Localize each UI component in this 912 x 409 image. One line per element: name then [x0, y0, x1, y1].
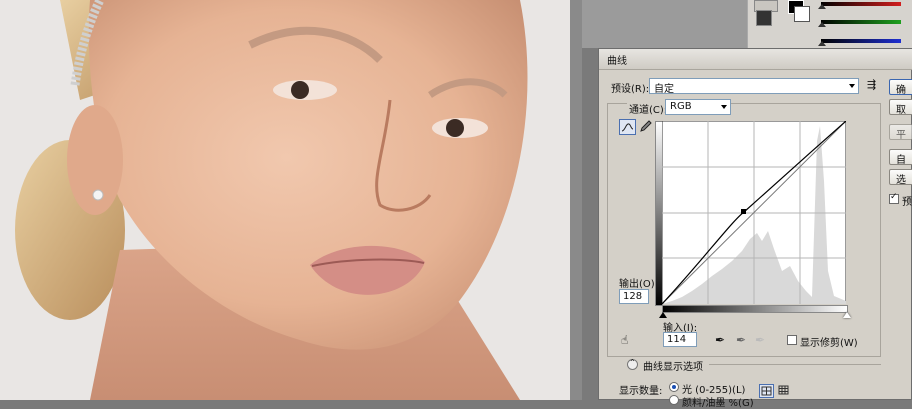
red-slider-handle[interactable] [818, 4, 826, 9]
ok-button-label: 确 [896, 85, 906, 96]
options-button[interactable]: 选 [889, 169, 912, 186]
curve-graph[interactable] [662, 121, 846, 304]
curve-icon [621, 123, 634, 132]
curves-dialog: 曲线 预设(R): 自定 ⇶ 通道(C): RGB 输出(O): 128 输入(… [598, 48, 912, 409]
background-color-swatch[interactable] [794, 6, 810, 22]
dialog-titlebar[interactable]: 曲线 [599, 49, 912, 70]
show-clipping-checkbox[interactable] [787, 335, 797, 345]
output-value: 128 [623, 291, 643, 302]
gray-eyedropper-icon[interactable]: ✒ [736, 333, 746, 347]
output-field[interactable]: 128 [619, 289, 649, 304]
white-point-slider[interactable] [843, 312, 851, 318]
workspace-background [582, 0, 747, 48]
black-eyedropper-icon[interactable]: ✒ [715, 333, 725, 347]
portrait-image [0, 0, 570, 400]
smooth-button-label: 平 [896, 130, 906, 141]
photo-canvas[interactable] [0, 0, 570, 400]
green-slider[interactable] [821, 20, 901, 24]
cancel-button[interactable]: 取 [889, 99, 912, 116]
output-label: 输出(O): [619, 279, 659, 290]
red-slider[interactable] [821, 2, 901, 6]
white-eyedropper-icon[interactable]: ✒ [755, 333, 765, 347]
show-clipping-label: 显示修剪(W) [800, 338, 858, 349]
channel-select[interactable]: RGB [665, 99, 731, 115]
cancel-button-label: 取 [896, 105, 906, 116]
curve-control-point[interactable] [741, 209, 746, 214]
simple-grid-icon [761, 386, 772, 396]
dialog-title: 曲线 [607, 56, 627, 67]
preset-select[interactable]: 自定 [649, 78, 859, 95]
pencil-icon [640, 120, 652, 132]
chevron-down-icon [721, 105, 727, 109]
blue-slider-handle[interactable] [818, 41, 826, 46]
input-field[interactable]: 114 [663, 332, 697, 347]
chevron-up-icon: ⌃ [629, 358, 636, 367]
smooth-button[interactable]: 平 [889, 124, 912, 141]
workspace-gap [570, 0, 582, 400]
auto-button[interactable]: 自 [889, 149, 912, 166]
channel-value: RGB [670, 101, 692, 112]
chevron-down-icon [849, 84, 855, 88]
check-icon: ✓ [890, 192, 898, 202]
auto-button-label: 自 [896, 155, 906, 166]
green-slider-handle[interactable] [818, 22, 826, 27]
black-point-slider[interactable] [659, 312, 667, 318]
input-gradient-bar [662, 305, 848, 313]
detailed-grid-icon [778, 385, 789, 395]
preset-value: 自定 [654, 84, 674, 95]
detailed-grid-button[interactable] [777, 384, 792, 398]
options-button-label: 选 [896, 175, 906, 186]
input-value: 114 [667, 334, 687, 345]
preview-checkbox[interactable]: ✓ [889, 192, 899, 204]
divider [709, 364, 881, 365]
curve-display-options-label: 曲线显示选项 [643, 362, 703, 373]
channel-label: 通道(C): [627, 101, 670, 116]
preset-options-icon[interactable]: ⇶ [867, 78, 876, 91]
blue-slider[interactable] [821, 39, 901, 43]
mode-icon[interactable] [756, 10, 772, 26]
light-radio[interactable] [669, 382, 679, 392]
pigment-radio[interactable] [669, 395, 679, 405]
show-amount-label: 显示数量: [619, 386, 663, 397]
hand-adjust-icon[interactable]: ☝ [621, 333, 628, 347]
preview-label: 预 [902, 197, 912, 208]
simple-grid-button[interactable] [759, 384, 774, 398]
curve-point-tool[interactable] [619, 119, 636, 135]
preset-label: 预设(R): [611, 84, 650, 95]
pencil-tool[interactable] [638, 119, 655, 135]
ok-button[interactable]: 确 [889, 79, 912, 96]
expand-options-button[interactable]: ⌃ [627, 358, 638, 370]
pigment-radio-label: 颜料/油墨 %(G) [682, 398, 754, 409]
